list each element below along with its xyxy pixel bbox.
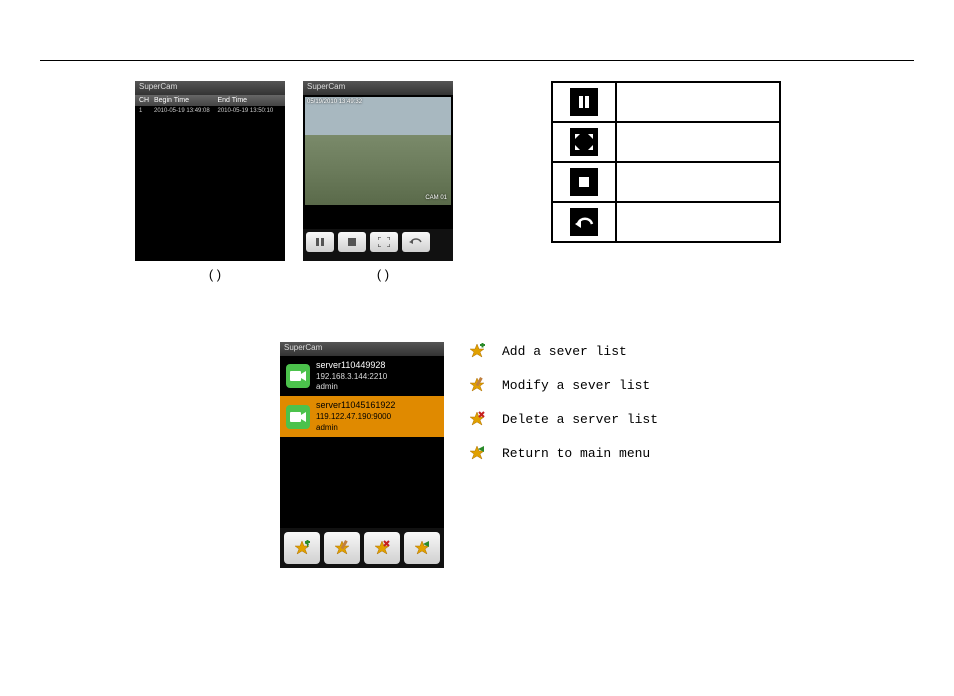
app-title-3: SuperCam xyxy=(280,342,444,356)
back-desc xyxy=(616,202,780,242)
legend-delete-text: Delete a server list xyxy=(502,412,658,427)
delete-server-button[interactable] xyxy=(364,532,400,564)
col-begin: Begin Time xyxy=(154,97,218,104)
back-icon xyxy=(570,208,598,236)
server-item[interactable]: server110449928 192.168.3.144:2210 admin xyxy=(280,356,444,396)
back-button[interactable] xyxy=(402,232,430,252)
stop-button[interactable] xyxy=(338,232,366,252)
phone-record-list: SuperCam CH Begin Time End Time 1 2010-0… xyxy=(135,81,285,261)
server-text: server11045161922 119.122.47.190:9000 ad… xyxy=(316,400,395,432)
fullscreen-button[interactable] xyxy=(370,232,398,252)
record-row[interactable]: 1 2010-05-19 13:49:08 2010-05-19 13:50:1… xyxy=(135,106,285,116)
legend-return: Return to main menu xyxy=(468,444,658,462)
pause-icon xyxy=(570,88,598,116)
add-server-button[interactable] xyxy=(284,532,320,564)
server-name: server110449928 xyxy=(316,360,387,372)
pause-button[interactable] xyxy=(306,232,334,252)
video-area[interactable]: 05/19/2010 13:49:32 CAM 01 xyxy=(305,97,451,205)
legend-delete: Delete a server list xyxy=(468,410,658,428)
legend-add-text: Add a sever list xyxy=(502,344,627,359)
col-end: End Time xyxy=(218,97,282,104)
cell-end: 2010-05-19 13:50:10 xyxy=(218,108,282,114)
server-item-selected[interactable]: server11045161922 119.122.47.190:9000 ad… xyxy=(280,396,444,436)
server-name: server11045161922 xyxy=(316,400,395,412)
modify-icon xyxy=(468,376,486,394)
legend-return-text: Return to main menu xyxy=(502,446,650,461)
camera-icon xyxy=(286,405,310,429)
stop-desc xyxy=(616,162,780,202)
pause-desc xyxy=(616,82,780,122)
record-list-header: CH Begin Time End Time xyxy=(135,95,285,106)
server-addr: 119.122.47.190:9000 xyxy=(316,412,395,422)
bottom-row: SuperCam server110449928 192.168.3.144:2… xyxy=(0,342,954,568)
playback-caption: ( ) xyxy=(377,267,389,282)
app-title: SuperCam xyxy=(135,81,285,95)
stop-icon xyxy=(570,168,598,196)
osd-timestamp: 05/19/2010 13:49:32 xyxy=(307,99,362,105)
cell-ch: 1 xyxy=(139,108,154,114)
legend-modify: Modify a sever list xyxy=(468,376,658,394)
return-icon xyxy=(468,444,486,462)
modify-server-button[interactable] xyxy=(324,532,360,564)
legend-modify-text: Modify a sever list xyxy=(502,378,650,393)
top-row: SuperCam CH Begin Time End Time 1 2010-0… xyxy=(0,81,954,282)
osd-channel: CAM 01 xyxy=(425,195,447,201)
col-ch: CH xyxy=(139,97,154,104)
app-title-2: SuperCam xyxy=(303,81,453,95)
record-list-caption: ( ) xyxy=(209,267,221,282)
fullscreen-icon xyxy=(570,128,598,156)
record-list-figure: SuperCam CH Begin Time End Time 1 2010-0… xyxy=(135,81,295,282)
player-icon-table xyxy=(551,81,781,243)
serverlist-toolbar xyxy=(280,528,444,568)
horizontal-rule xyxy=(40,60,914,61)
playback-controls xyxy=(303,229,453,261)
camera-icon xyxy=(286,364,310,388)
serverlist-legend: Add a sever list Modify a sever list Del… xyxy=(468,342,658,478)
delete-icon xyxy=(468,410,486,428)
fullscreen-desc xyxy=(616,122,780,162)
playback-figure: SuperCam 05/19/2010 13:49:32 CAM 01 xyxy=(303,81,463,282)
cell-begin: 2010-05-19 13:49:08 xyxy=(154,108,218,114)
server-addr: 192.168.3.144:2210 xyxy=(316,372,387,382)
server-user: admin xyxy=(316,382,387,392)
phone-serverlist: SuperCam server110449928 192.168.3.144:2… xyxy=(280,342,444,568)
server-user: admin xyxy=(316,423,395,433)
add-icon xyxy=(468,342,486,360)
legend-add: Add a sever list xyxy=(468,342,658,360)
server-text: server110449928 192.168.3.144:2210 admin xyxy=(316,360,387,392)
phone-playback: SuperCam 05/19/2010 13:49:32 CAM 01 xyxy=(303,81,453,261)
return-button[interactable] xyxy=(404,532,440,564)
